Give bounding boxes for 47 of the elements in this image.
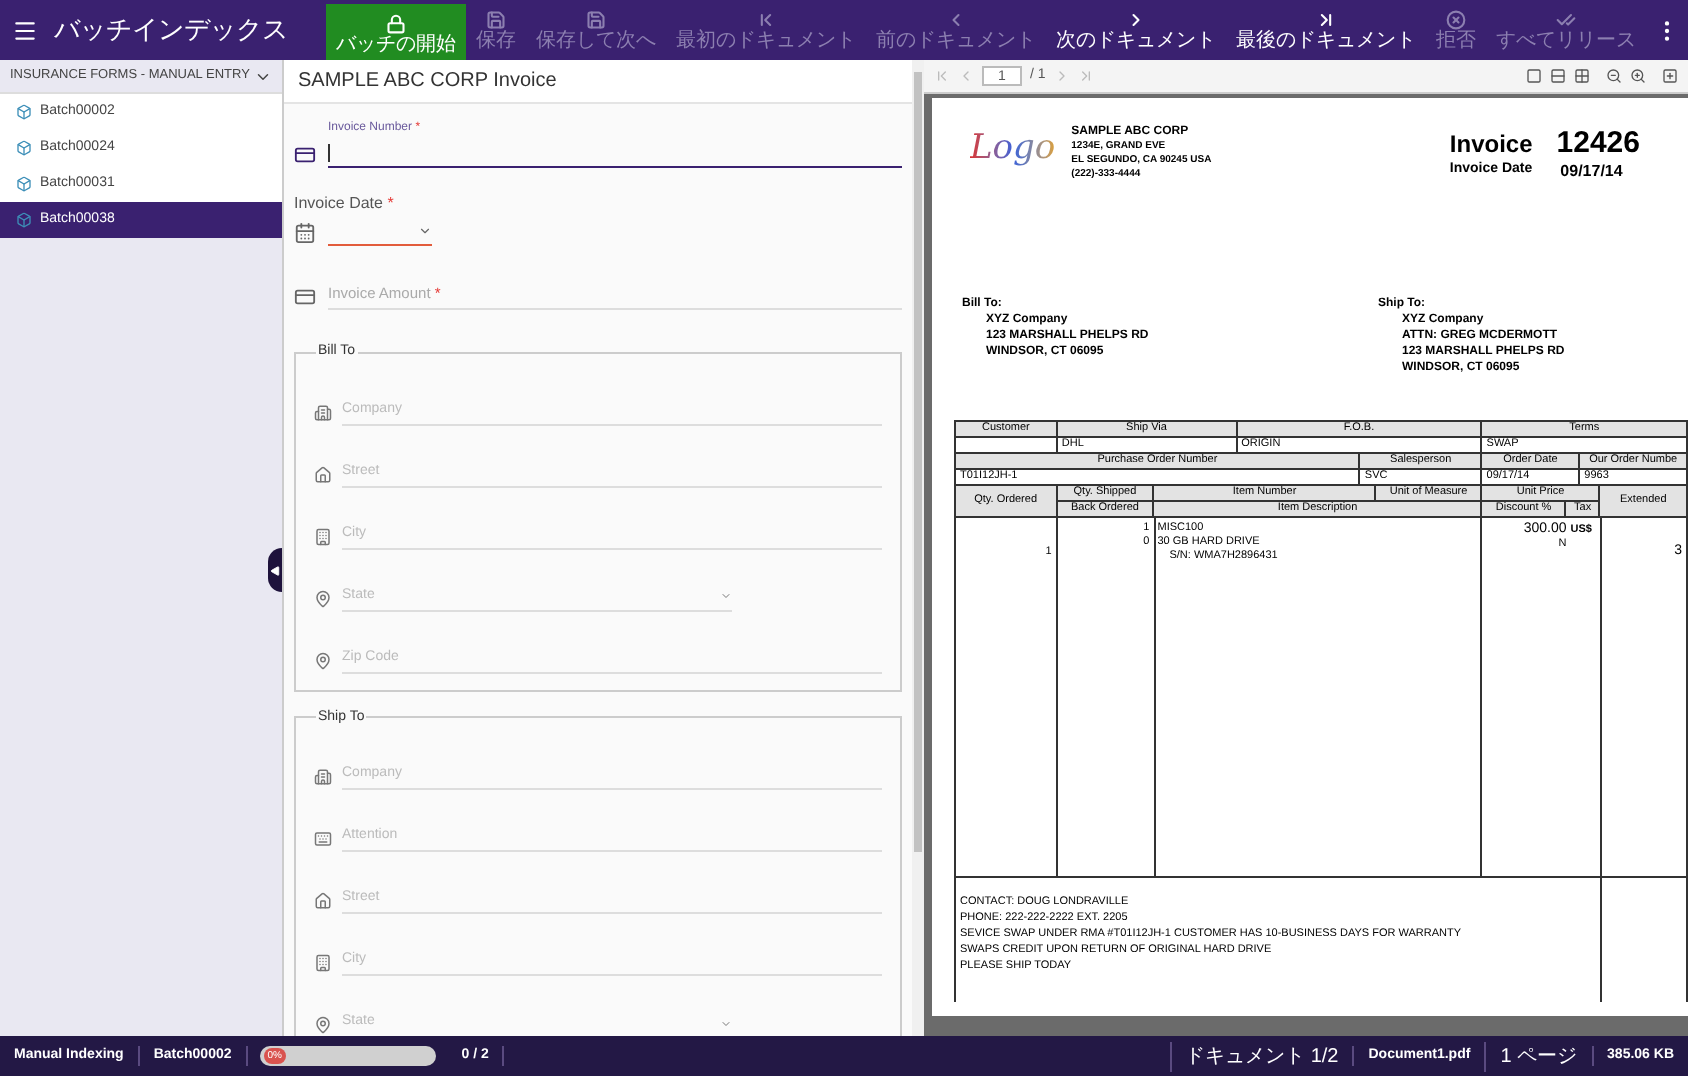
calendar-icon [294, 221, 316, 243]
single-page-icon[interactable] [1526, 68, 1542, 84]
invoice-number: 12426 [1556, 126, 1640, 160]
pin-icon [314, 1016, 332, 1034]
expand-icon[interactable] [1662, 68, 1678, 84]
pin-icon [314, 589, 332, 607]
scrollbar[interactable] [912, 60, 924, 1036]
fit-width-icon[interactable] [1550, 68, 1566, 84]
collapse-handle[interactable] [268, 548, 282, 592]
form-title: SAMPLE ABC CORP Invoice [284, 60, 912, 104]
skip-start-icon [934, 68, 950, 84]
skip-end-icon [1316, 9, 1336, 29]
status-document: ドキュメント 1/2 [1169, 1041, 1353, 1071]
cube-icon [16, 176, 32, 192]
grid-icon[interactable] [1574, 68, 1590, 84]
skip-start-icon [756, 9, 776, 29]
house-icon [314, 892, 332, 910]
skip-end-icon [1077, 68, 1094, 84]
buildings-icon [314, 768, 332, 786]
building-icon [314, 954, 332, 972]
save-icon [586, 9, 606, 29]
cube-icon [16, 140, 32, 156]
toolbar-button[interactable]: 最後のドキュメント [1226, 0, 1426, 60]
zoom-in-icon[interactable] [1630, 68, 1646, 84]
house-icon [314, 465, 332, 483]
lock-icon [386, 13, 406, 33]
status-pages: 1 ページ [1484, 1041, 1592, 1071]
cube-icon [16, 212, 32, 228]
pin-icon [314, 651, 332, 669]
card-icon [294, 286, 316, 308]
menu-icon [12, 17, 38, 43]
app-title: バッチインデックス [54, 12, 288, 49]
double-check-icon [1556, 9, 1576, 29]
invoice-title: Invoice [1449, 130, 1533, 160]
keyboard-icon [314, 830, 332, 848]
buildings-icon [314, 403, 332, 421]
reject-icon [1446, 9, 1466, 29]
invoice-date: 09/17/14 [1560, 160, 1623, 184]
toolbar-button[interactable]: バッチの開始 [326, 4, 466, 64]
building-icon [314, 527, 332, 545]
field-label: Invoice Date * [294, 192, 396, 216]
toolbar-button[interactable]: 次のドキュメント [1046, 0, 1226, 60]
card-icon [294, 144, 316, 166]
menu-button[interactable] [12, 17, 38, 43]
save-icon [486, 9, 506, 29]
zoom-out-icon[interactable] [1606, 68, 1622, 84]
cube-icon [16, 104, 32, 120]
